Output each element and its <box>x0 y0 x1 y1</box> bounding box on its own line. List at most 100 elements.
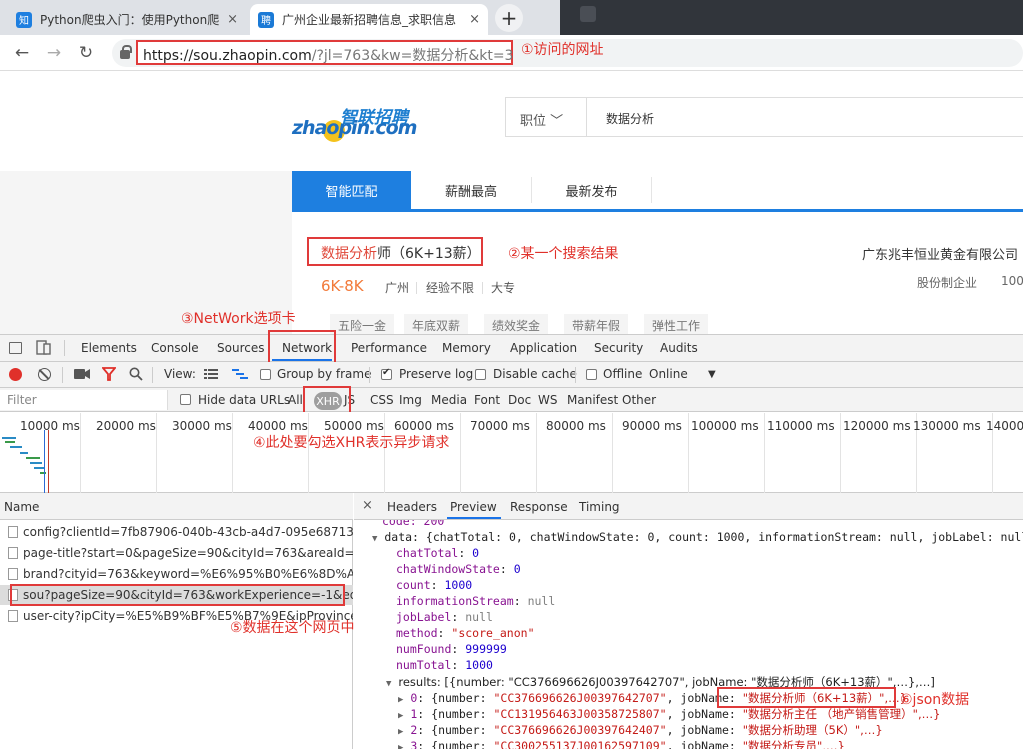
timeline-tick: 70000 ms <box>470 419 530 433</box>
hide-data-urls-label: Hide data URLs <box>198 393 291 407</box>
filter-doc[interactable]: Doc <box>508 393 531 407</box>
json-line-code: code: 200 <box>382 520 444 530</box>
offline-checkbox[interactable] <box>586 369 597 380</box>
screenshot-camera-icon[interactable] <box>74 368 90 380</box>
company-size: 100 <box>1001 274 1023 288</box>
json-result-row[interactable]: ▶ 3: {number: "CC300255137J00162597109",… <box>398 738 845 749</box>
json-field-row: numFound: 999999 <box>396 642 507 656</box>
tab-application[interactable]: Application <box>510 334 577 362</box>
record-icon[interactable] <box>9 368 22 381</box>
json-value: "score_anon" <box>451 626 535 640</box>
annotation-box-xhr <box>303 386 351 415</box>
filter-other[interactable]: Other <box>622 393 656 407</box>
preserve-log-checkbox[interactable] <box>381 367 392 380</box>
close-icon[interactable]: × <box>463 12 480 27</box>
tab-response[interactable]: Response <box>510 493 568 520</box>
dropdown-arrow-icon[interactable]: ▼ <box>708 369 716 380</box>
request-row[interactable]: page-title?start=0&pageSize=90&cityId=76… <box>0 543 353 563</box>
tab-headers[interactable]: Headers <box>387 493 437 520</box>
expand-arrow-icon[interactable]: ▶ <box>398 695 403 705</box>
toolbar-divider <box>62 367 63 383</box>
filter-media[interactable]: Media <box>431 393 467 407</box>
tab-performance[interactable]: Performance <box>351 334 427 362</box>
timeline-grid <box>308 413 309 493</box>
waterfall-view-icon[interactable] <box>232 368 248 380</box>
search-category-select[interactable]: 职位 ﹀ <box>520 110 563 129</box>
tab-audits[interactable]: Audits <box>660 334 698 362</box>
expand-arrow-icon[interactable]: ▶ <box>398 711 403 721</box>
tab-sources[interactable]: Sources <box>217 334 264 362</box>
tab-underline <box>292 209 1023 212</box>
list-view-icon[interactable] <box>204 368 218 380</box>
job-title-rest: 师（6K+13薪） <box>377 246 481 262</box>
throttle-select[interactable]: Online <box>649 367 688 381</box>
tab-strip-dark-area <box>560 0 1023 35</box>
expand-arrow-icon[interactable]: ▶ <box>398 743 403 749</box>
request-row[interactable]: brand?cityid=763&keyword=%E6%95%B0%E6%8D… <box>0 564 353 584</box>
annotation-4: ④此处要勾选XHR表示异步请求 <box>253 435 450 451</box>
job-title-link[interactable]: 数据分析师（6K+13薪） <box>307 237 483 266</box>
filter-font[interactable]: Font <box>474 393 500 407</box>
tab-latest[interactable]: 最新发布 <box>532 171 651 209</box>
json-index: 3 <box>410 739 418 749</box>
browser-tab-python[interactable]: 知 Python爬虫入门：使用Python爬 × <box>8 4 246 35</box>
filter-ws[interactable]: WS <box>538 393 557 407</box>
filter-manifest[interactable]: Manifest <box>567 393 618 407</box>
inspect-element-icon[interactable] <box>9 342 22 354</box>
meta-separator <box>416 282 417 294</box>
request-list-header[interactable]: Name <box>0 493 353 520</box>
json-value: 1000 <box>465 658 493 672</box>
json-number: "CC300255137J00162597109" <box>493 739 667 749</box>
filter-css[interactable]: CSS <box>370 393 394 407</box>
toolbar-divider <box>152 367 153 383</box>
timeline-grid <box>764 413 765 493</box>
filter-all[interactable]: All <box>288 393 303 407</box>
expand-arrow-icon[interactable]: ▼ <box>386 679 391 689</box>
tab-security[interactable]: Security <box>594 334 643 362</box>
timeline-tick: 100000 ms <box>691 419 759 433</box>
disable-cache-checkbox[interactable] <box>475 369 486 380</box>
browser-tab-zhaopin[interactable]: 聘 广州企业最新招聘信息_求职信息 × <box>250 4 488 35</box>
job-tag: 弹性工作 <box>644 314 709 334</box>
job-tag: 绩效奖金 <box>484 314 549 334</box>
json-result-row[interactable]: ▶ 1: {number: "CC131956463J00358725807",… <box>398 706 940 722</box>
forward-icon[interactable]: → <box>44 43 64 63</box>
url-host: https://sou.zhaopin.com <box>143 48 312 64</box>
tab-separator <box>651 177 652 203</box>
search-input[interactable]: 数据分析 <box>606 110 654 127</box>
filter-icon[interactable] <box>102 367 116 381</box>
offline-label: Offline <box>603 367 643 381</box>
tab-elements[interactable]: Elements <box>81 334 137 362</box>
expand-arrow-icon[interactable]: ▼ <box>372 534 377 544</box>
preserve-log-label: Preserve log <box>399 367 474 381</box>
json-code: code: 200 <box>382 520 445 528</box>
group-by-frame-checkbox[interactable] <box>260 369 271 380</box>
search-icon[interactable] <box>129 367 143 381</box>
back-icon[interactable]: ← <box>12 43 32 63</box>
timeline-grid <box>612 413 613 493</box>
tab-timing[interactable]: Timing <box>579 493 620 520</box>
tab-highest-salary[interactable]: 薪酬最高 <box>411 171 531 209</box>
expand-arrow-icon[interactable]: ▶ <box>398 727 403 737</box>
url-text[interactable]: https://sou.zhaopin.com/?jl=763&kw=数据分析&… <box>136 40 513 65</box>
filter-input[interactable]: Filter <box>0 390 168 410</box>
tab-console[interactable]: Console <box>151 334 199 362</box>
clear-icon[interactable] <box>38 368 51 381</box>
timeline-bar <box>20 452 28 454</box>
search-box[interactable] <box>505 97 1023 137</box>
tab-memory[interactable]: Memory <box>442 334 491 362</box>
json-result-row[interactable]: ▶ 2: {number: "CC376696626J00397642407",… <box>398 722 883 738</box>
tab-preview[interactable]: Preview <box>450 493 497 520</box>
device-toolbar-icon[interactable] <box>36 340 51 355</box>
new-tab-button[interactable]: + <box>495 4 523 32</box>
json-line-data[interactable]: ▼ data: {chatTotal: 0, chatWindowState: … <box>372 530 1023 546</box>
company-name[interactable]: 广东兆丰恒业黄金有限公司 <box>862 244 1018 263</box>
tab-smart-match[interactable]: 智能匹配 <box>292 171 411 209</box>
filter-img[interactable]: Img <box>399 393 422 407</box>
close-icon[interactable]: × <box>221 12 238 27</box>
timeline-tick: 140000 <box>986 419 1023 433</box>
reload-icon[interactable]: ↻ <box>76 43 96 63</box>
close-icon[interactable]: × <box>362 498 373 513</box>
hide-data-urls-checkbox[interactable] <box>180 394 191 405</box>
request-row[interactable]: config?clientId=7fb87906-040b-43cb-a4d7-… <box>0 522 353 542</box>
